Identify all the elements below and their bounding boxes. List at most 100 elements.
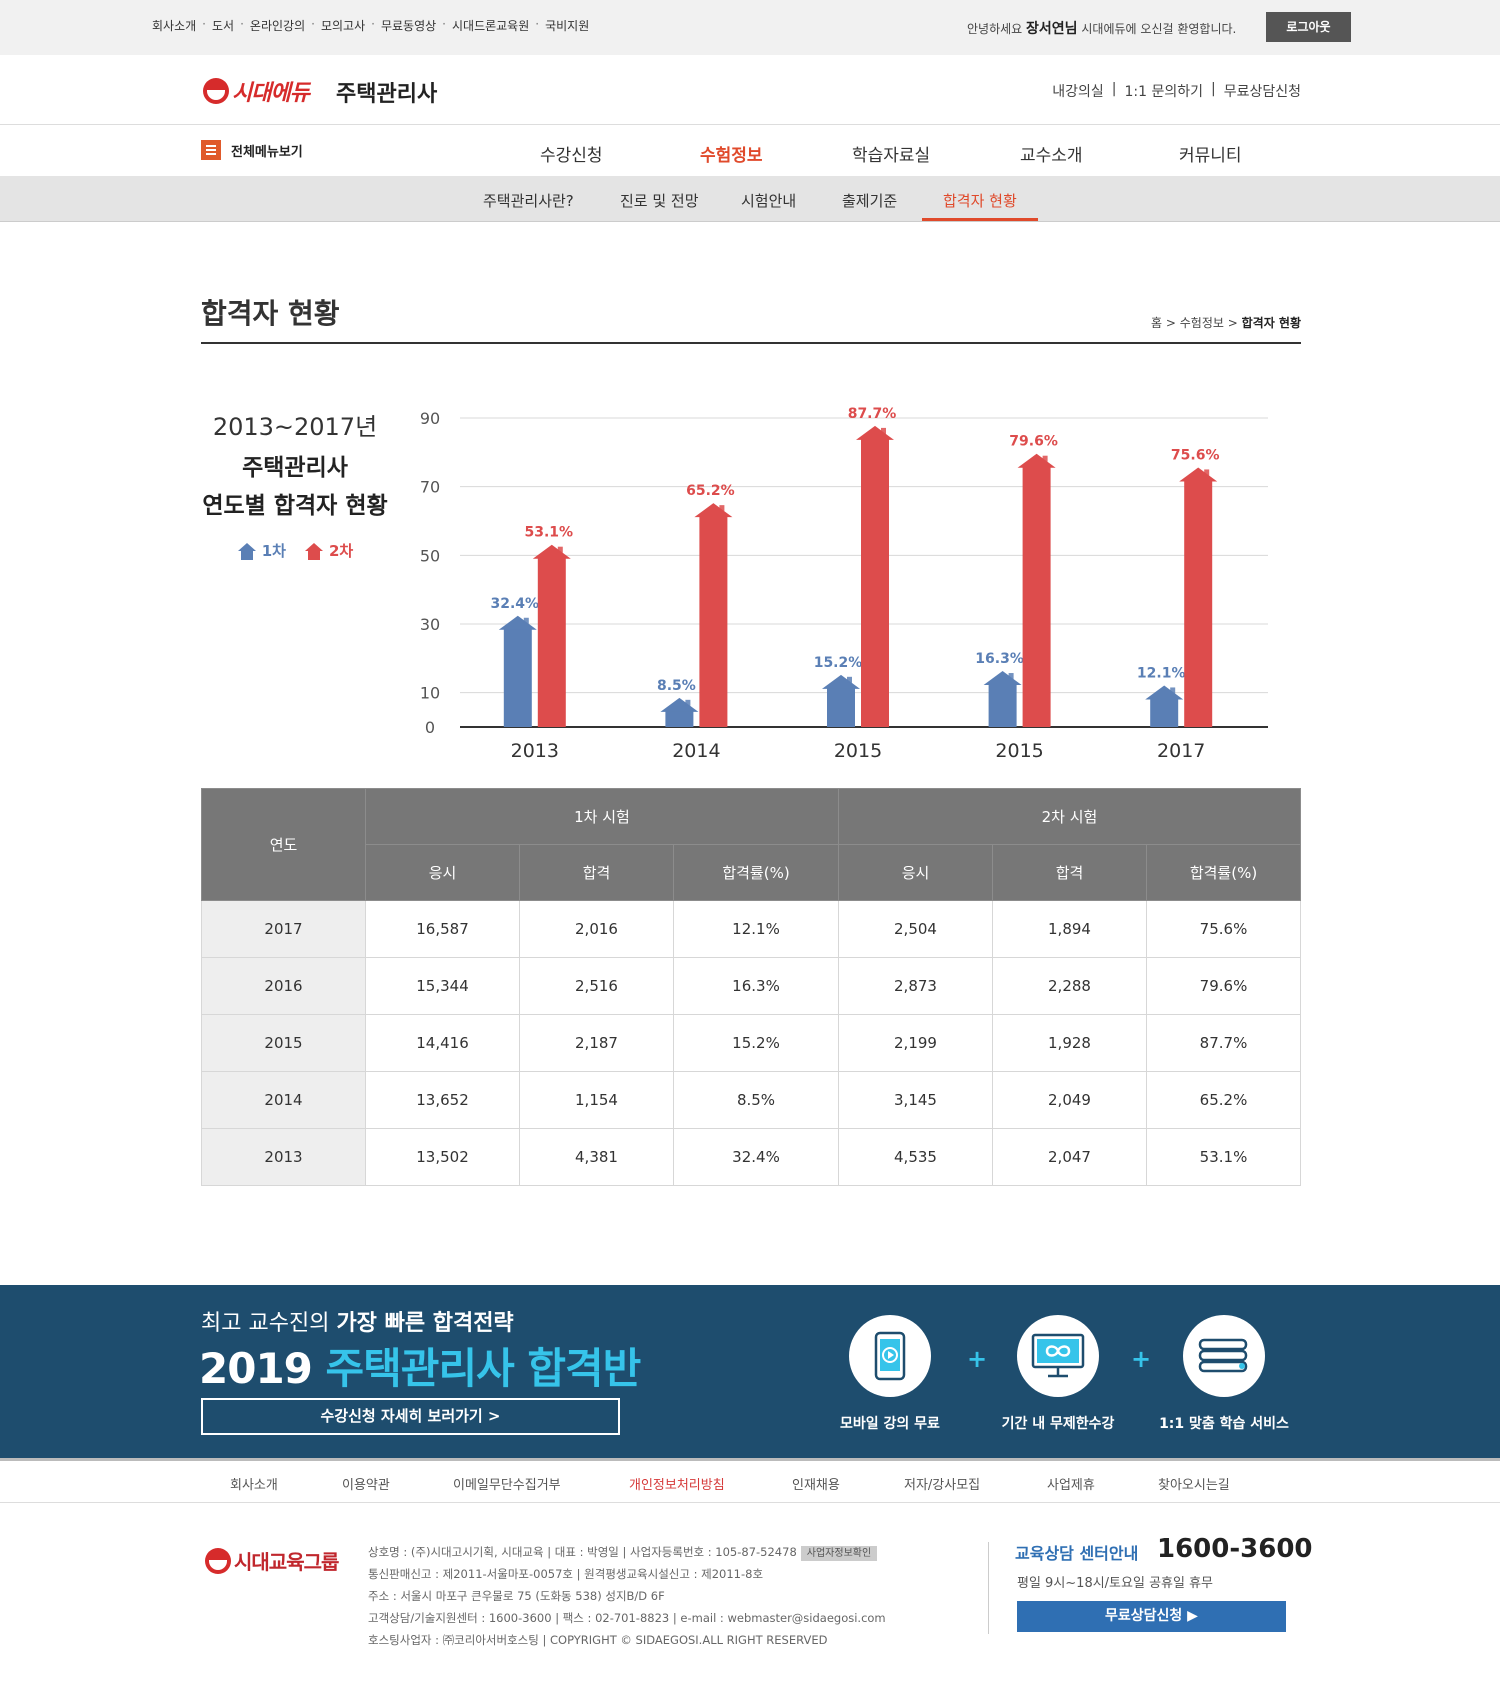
chart-heading-1: 주택관리사 (242, 455, 348, 481)
greeting: 안녕하세요 장서연님 시대에듀에 오신걸 환영합니다. (967, 18, 1236, 38)
call-center-number: 1600-3600 (1157, 1534, 1313, 1564)
footer-link-email-policy[interactable]: 이메일무단수집거부 (453, 1474, 561, 1493)
data-label: 15.2% (814, 655, 863, 671)
top-link-books[interactable]: 도서 (212, 17, 234, 34)
banner-enroll-button[interactable]: 수강신청 자세히 보러가기 > (201, 1398, 620, 1435)
legend-item-second: 2차 (304, 540, 353, 561)
separator: | (1111, 81, 1117, 97)
info-line-3: 주소 : 서울시 마포구 큰우물로 75 (도화동 538) 성지B/D 6F (368, 1589, 665, 1603)
chart-heading-2: 연도별 합격자 현황 (202, 493, 388, 519)
bar-second (699, 516, 728, 727)
inquiry-link[interactable]: 1:1 문의하기 (1124, 81, 1203, 101)
cell-year: 2016 (201, 957, 366, 1015)
table-cell: 1,154 (519, 1071, 674, 1129)
logo[interactable]: 시대에듀 (203, 76, 310, 106)
table-cell: 15,344 (365, 957, 520, 1015)
data-label: 16.3% (975, 651, 1024, 667)
cell-year: 2013 (201, 1128, 366, 1186)
footer-link-careers[interactable]: 인재채용 (792, 1474, 840, 1493)
table-subheader-row: 응시 합격 합격률(%) 응시 합격 합격률(%) (202, 844, 1301, 901)
sub-item-career[interactable]: 진로 및 전망 (620, 190, 699, 211)
top-link-mock[interactable]: 모의고사 (321, 17, 365, 34)
table-cell: 14,416 (365, 1014, 520, 1072)
table-cell: 13,502 (365, 1128, 520, 1186)
top-link-company[interactable]: 회사소개 (152, 17, 196, 34)
data-label: 12.1% (1137, 665, 1186, 681)
chart-legend: 1차 2차 (195, 540, 395, 561)
nav-item-materials[interactable]: 학습자료실 (852, 141, 930, 166)
footer-link-authors[interactable]: 저자/강사모집 (904, 1474, 980, 1493)
top-link-drone[interactable]: 시대드론교육원 (452, 17, 529, 34)
sub-item-exam-guide[interactable]: 시험안내 (741, 190, 796, 211)
bar-chimney (523, 617, 529, 624)
breadcrumb-current: 합격자 현황 (1241, 316, 1301, 330)
table-row: 2016 15,344 2,516 16.3% 2,873 2,288 79.6% (201, 957, 1301, 1015)
nav-item-exam-info[interactable]: 수험정보 (700, 141, 763, 166)
sub-item-about[interactable]: 주택관리사란? (483, 190, 574, 211)
data-label: 32.4% (491, 596, 540, 612)
bar-first (665, 710, 694, 727)
table-cell: 1,928 (992, 1014, 1147, 1072)
info-line-2: 통신판매신고 : 제2011-서울마포-0057호 | 원격평생교육시설신고 :… (368, 1567, 764, 1581)
top-link-support[interactable]: 국비지원 (545, 17, 589, 34)
sub-item-passers[interactable]: 합격자 현황 (943, 190, 1017, 211)
table-cell: 2,047 (992, 1128, 1147, 1186)
site-name[interactable]: 주택관리사 (336, 76, 437, 108)
breadcrumb-home[interactable]: 홈 (1151, 316, 1162, 330)
feature-mobile-label: 모바일 강의 무료 (840, 1416, 940, 1432)
nav-item-community[interactable]: 커뮤니티 (1179, 141, 1242, 166)
y-tick-label: 50 (420, 546, 440, 565)
y-tick-label: 10 (420, 684, 440, 703)
greeting-suffix: 시대에듀에 오신걸 환영합니다. (1081, 22, 1237, 36)
house-icon (237, 542, 256, 560)
table-cell: 65.2% (1146, 1071, 1301, 1129)
table-cell: 16.3% (673, 957, 839, 1015)
nav-item-professors[interactable]: 교수소개 (1020, 141, 1083, 166)
header-year: 연도 (201, 788, 366, 901)
free-consult-link[interactable]: 무료상담신청 (1224, 81, 1301, 101)
footer-link-directions[interactable]: 찾아오시는길 (1158, 1474, 1230, 1493)
all-menu-button[interactable]: 전체메뉴보기 (201, 140, 303, 160)
logout-button[interactable]: 로그아웃 (1266, 12, 1351, 42)
table-cell: 2,016 (519, 900, 674, 958)
sub-item-criteria[interactable]: 출제기준 (842, 190, 897, 211)
bar-second (861, 438, 889, 727)
separator: · (535, 17, 540, 31)
breadcrumb-exam-info[interactable]: 수험정보 (1180, 316, 1224, 330)
x-tick-label: 2014 (672, 740, 720, 762)
legend-label-second: 2차 (329, 542, 354, 560)
chart-caption: 2013~2017년 주택관리사 연도별 합격자 현황 1차 2차 (195, 407, 395, 561)
separator: · (240, 17, 244, 31)
bar-roof (983, 671, 1022, 686)
separator: · (442, 17, 446, 31)
footer-link-company[interactable]: 회사소개 (230, 1474, 278, 1493)
footer-link-privacy[interactable]: 개인정보처리방침 (629, 1474, 725, 1493)
top-link-video[interactable]: 무료동영상 (381, 17, 436, 34)
main-nav: 전체메뉴보기 수강신청 수험정보 학습자료실 교수소개 커뮤니티 (0, 126, 1500, 176)
bar-second (537, 557, 566, 727)
breadcrumb: 홈 > 수험정보 > 합격자 현황 (1151, 316, 1301, 330)
table-cell: 2,516 (519, 957, 674, 1015)
top-links: 회사소개 · 도서 · 온라인강의 · 모의고사 · 무료동영상 · 시대드론교… (152, 17, 589, 34)
my-classroom-link[interactable]: 내강의실 (1052, 81, 1104, 101)
cell-year: 2017 (201, 900, 366, 958)
top-link-online[interactable]: 온라인강의 (250, 17, 305, 34)
table-cell: 3,145 (838, 1071, 993, 1129)
footer-link-terms[interactable]: 이용약관 (342, 1474, 390, 1493)
bar-chimney (1170, 687, 1176, 694)
header-passed-1: 합격 (519, 844, 674, 901)
cell-year: 2014 (201, 1071, 366, 1129)
table-header-row: 연도 1차 시험 2차 시험 (201, 788, 1301, 901)
promo-banner: 최고 교수진의 가장 빠른 합격전략 2019 주택관리사 합격반 수강신청 자… (0, 1285, 1500, 1458)
business-info-badge[interactable]: 사업자정보확인 (800, 1546, 878, 1561)
free-consult-button[interactable]: 무료상담신청 ▶ (1017, 1601, 1286, 1632)
table-cell: 2,199 (838, 1014, 993, 1072)
nav-item-enroll[interactable]: 수강신청 (540, 141, 603, 166)
bar-roof (660, 697, 699, 712)
header-links: 내강의실 | 1:1 문의하기 | 무료상담신청 (1052, 81, 1301, 101)
call-center-hours: 평일 9시~18시/토요일 공휴일 휴무 (1017, 1576, 1214, 1591)
footer-link-partnership[interactable]: 사업제휴 (1047, 1474, 1095, 1493)
header-applicants-1: 응시 (365, 844, 520, 901)
header-rate-2: 합격률(%) (1146, 844, 1301, 901)
separator: · (311, 17, 315, 31)
